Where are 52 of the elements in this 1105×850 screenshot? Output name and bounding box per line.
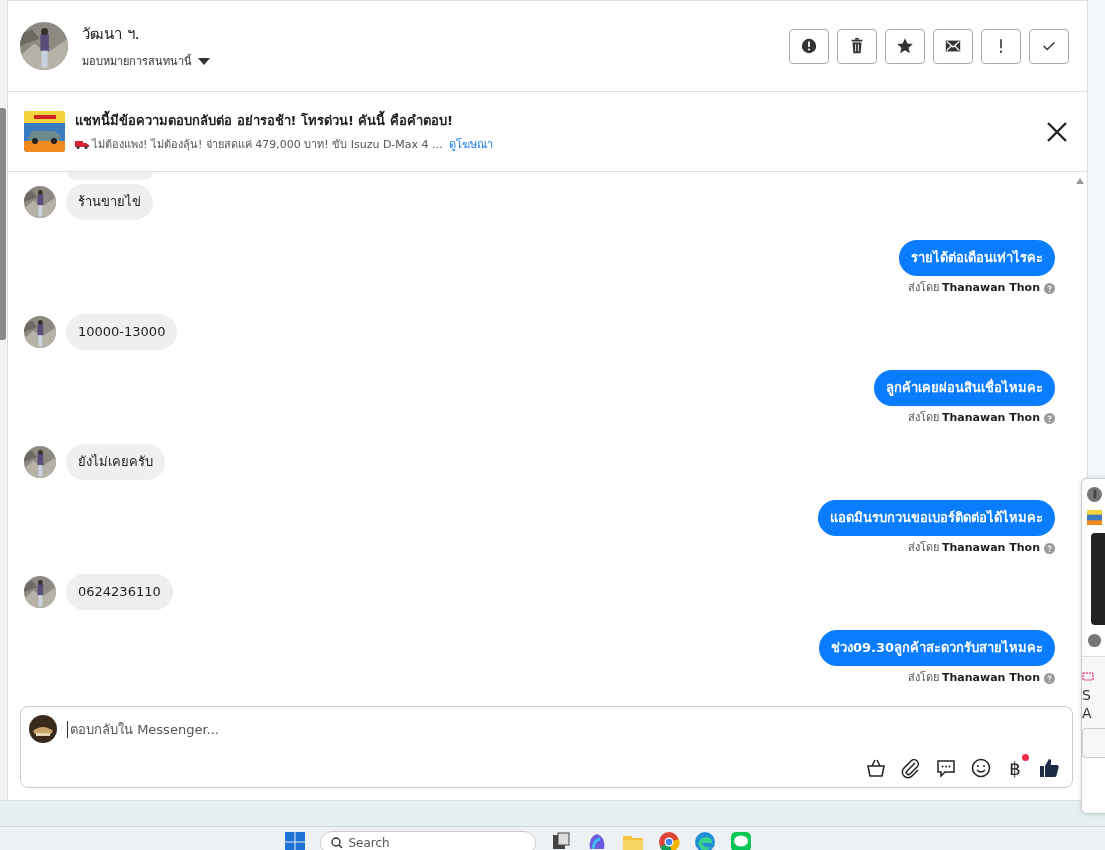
emoji-icon[interactable] [970, 757, 992, 779]
star-icon [896, 37, 914, 55]
message-bubble: ช่วง09.30ลูกค้าสะดวกรับสายไหมคะ [818, 630, 1055, 666]
help-icon[interactable] [1044, 542, 1055, 554]
star-button[interactable] [885, 28, 925, 64]
avatar [20, 22, 68, 70]
message-bubble: ลูกค้าเคยผ่อนสินเชื่อไหมคะ [874, 370, 1055, 406]
message-bubble: ร้านขายไข่ [66, 184, 153, 220]
contact-name: วัฒนา ฯ. [82, 24, 141, 45]
message-bubble: 0624236110 [66, 574, 173, 610]
trash-button[interactable] [837, 28, 877, 64]
payment-button[interactable]: ฿ [1005, 757, 1025, 779]
ad-headline: แชทนี้มีข้อความตอบกลับต่อ อย่ารอช้า! โทรด่วน! คันนี้ คือคำตอบ! [75, 110, 1031, 131]
message-bubble: 10000-13000 [66, 314, 178, 350]
search-icon [330, 837, 343, 849]
sent-by-label: ส่งโดย Thanawan Thon [907, 671, 1040, 685]
view-ad-link[interactable]: ดูโฆษณา [448, 135, 493, 153]
scrollbar-thumb[interactable] [0, 108, 6, 340]
scroll-up-icon[interactable] [1076, 178, 1084, 184]
avatar [24, 446, 56, 478]
spam-icon [800, 37, 818, 55]
truck-icon [75, 139, 89, 149]
important-button[interactable] [981, 28, 1021, 64]
avatar [24, 186, 56, 218]
shopping-bag-icon[interactable] [865, 757, 887, 779]
paperclip-icon[interactable] [900, 757, 922, 779]
check-button[interactable] [1029, 28, 1069, 64]
help-icon[interactable] [1044, 412, 1055, 424]
sent-by-label: ส่งโดย Thanawan Thon [907, 411, 1040, 425]
message-bubble: แอดมินรบกวนขอเบอร์ติดต่อได้ไหมคะ [818, 500, 1055, 536]
help-icon[interactable] [1044, 672, 1055, 684]
envelope-button[interactable] [933, 28, 973, 64]
panel-text: A [1082, 704, 1093, 722]
avatar [24, 316, 56, 348]
help-icon[interactable] [1044, 282, 1055, 294]
avatar [1087, 487, 1102, 502]
avatar [29, 715, 57, 743]
avatar [1087, 633, 1102, 648]
message-bubble: รายได้ต่อเดือนเท่าไรคะ [899, 240, 1055, 276]
panel-text: S [1082, 686, 1092, 704]
avatar [24, 576, 56, 608]
caret-icon[interactable] [198, 57, 210, 65]
thumbs-up-icon[interactable] [1038, 757, 1060, 779]
search-field[interactable]: Search [319, 831, 536, 850]
spam-button[interactable] [789, 28, 829, 64]
start-icon[interactable] [283, 831, 306, 850]
sent-by-label: ส่งโดย Thanawan Thon [907, 541, 1040, 555]
ad-text: ไม่ต้องแพง! ไม่ต้องลุ้น! จ่ายสดแค่ 479,000 บาท! ขับ Isuzu D-Max 4 ... [92, 137, 443, 153]
assign-conversation-label[interactable]: มอบหมายการสนทนานี้ [82, 52, 192, 70]
sent-by-label: ส่งโดย Thanawan Thon [907, 281, 1040, 295]
message-bubble: ยังไม่เคยครับ [66, 444, 165, 480]
chat-bubble-icon[interactable] [935, 757, 957, 779]
